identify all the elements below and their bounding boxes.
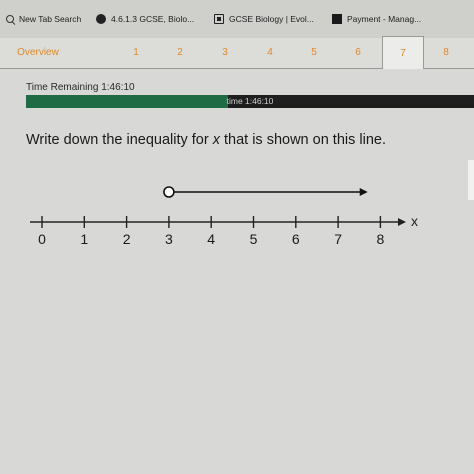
tick-label: 7 (334, 231, 342, 247)
answer-box-edge (468, 160, 474, 200)
tick-label: 1 (80, 231, 88, 247)
tick-label: 3 (165, 231, 173, 247)
search-icon (6, 15, 14, 23)
tick-label: 6 (292, 231, 300, 247)
bookmark-payment[interactable]: Payment - Manag... (332, 14, 421, 24)
tick-label: 0 (38, 231, 46, 247)
globe-icon (96, 14, 106, 24)
doc-icon (214, 14, 224, 24)
tab-6[interactable]: 6 (340, 38, 376, 68)
tab-1[interactable]: 1 (118, 38, 154, 68)
tab-4[interactable]: 4 (252, 38, 288, 68)
tick-label: 5 (250, 231, 258, 247)
tick-label: 2 (123, 231, 131, 247)
bookmarks-bar: New Tab Search 4.6.1.3 GCSE, Biolo... GC… (0, 0, 474, 38)
timer-progress-bar: time 1:46:10 (26, 95, 474, 108)
axis-label: x (411, 213, 418, 229)
question-text: Write down the inequality for x that is … (26, 132, 386, 148)
axis-arrowhead (398, 218, 406, 226)
bookmark-label: 4.6.1.3 GCSE, Biolo... (111, 14, 195, 24)
square-icon (332, 14, 342, 24)
open-circle-marker (163, 186, 175, 198)
timer-bar-text: time 1:46:10 (226, 96, 274, 106)
tab-7[interactable]: 7 (382, 36, 424, 69)
bookmark-label: Payment - Manag... (347, 14, 422, 24)
bookmark-new-tab-search[interactable]: New Tab Search (6, 14, 81, 24)
tab-3[interactable]: 3 (207, 38, 243, 68)
bookmark-label: GCSE Biology | Evol... (229, 14, 314, 24)
tick-label: 4 (207, 231, 215, 247)
bookmark-gcse-biology-evol[interactable]: GCSE Biology | Evol... (214, 14, 314, 24)
tab-5[interactable]: 5 (296, 38, 332, 68)
bookmark-gcse-biology[interactable]: 4.6.1.3 GCSE, Biolo... (96, 14, 194, 24)
number-line: x 0 1 2 3 4 5 6 7 8 (30, 186, 418, 247)
question-variable: x (212, 132, 220, 148)
question-prefix: Write down the inequality for (26, 132, 213, 148)
tab-overview[interactable]: Overview (4, 38, 72, 68)
bookmark-label: New Tab Search (19, 14, 82, 24)
tab-8[interactable]: 8 (428, 38, 464, 68)
time-remaining-label: Time Remaining 1:46:10 (26, 82, 135, 93)
question-suffix: that is shown on this line. (219, 132, 387, 148)
tab-2[interactable]: 2 (162, 38, 198, 68)
tick-label: 8 (377, 231, 385, 247)
question-tabs: Overview 1 2 3 4 5 6 7 8 (0, 36, 474, 69)
solution-ray-arrowhead (359, 188, 368, 196)
